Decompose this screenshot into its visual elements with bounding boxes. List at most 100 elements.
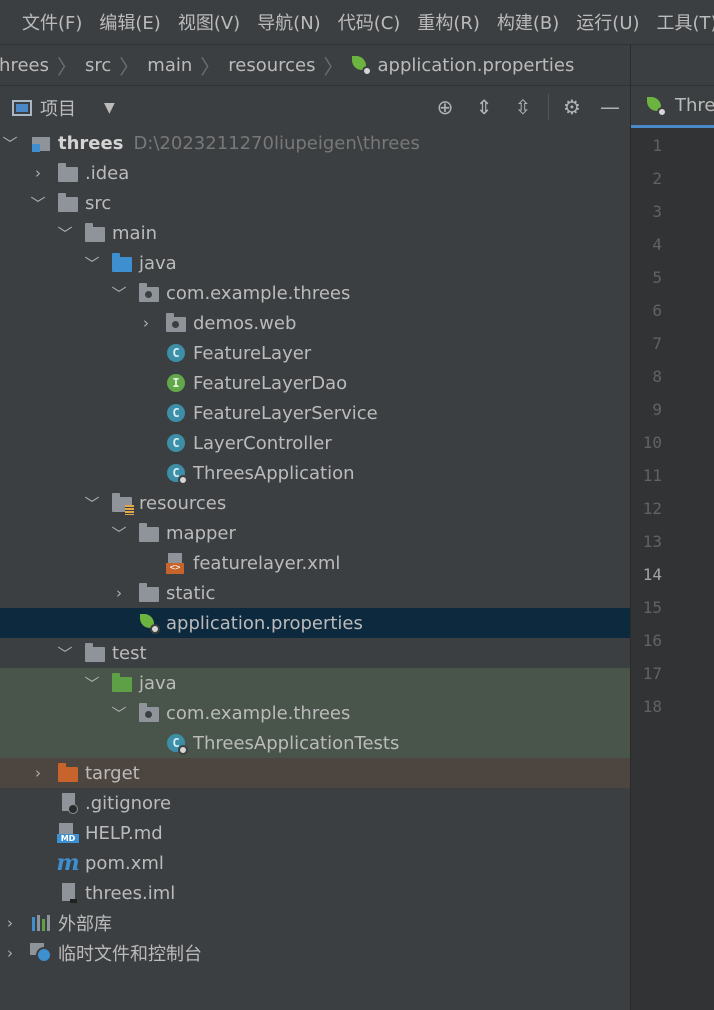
tree-item-help-md[interactable]: MD HELP.md — [0, 818, 630, 848]
tree-label: target — [85, 762, 140, 784]
tree-item-featurelayerdao[interactable]: I FeatureLayerDao — [0, 368, 630, 398]
editor-tab[interactable]: ThreesApplication — [631, 86, 714, 128]
tree-item-test[interactable]: ﹀ test — [0, 638, 630, 668]
tree-item-demos-web[interactable]: › demos.web — [0, 308, 630, 338]
chevron-down-icon[interactable]: ﹀ — [57, 225, 73, 243]
breadcrumb-resources[interactable]: resources — [228, 55, 315, 76]
chevron-down-icon[interactable]: ﹀ — [111, 285, 127, 303]
class-icon: C — [165, 403, 187, 423]
tree-item-threes-iml[interactable]: threes.iml — [0, 878, 630, 908]
tree-item-featurelayer[interactable]: C FeatureLayer — [0, 338, 630, 368]
line-number-gutter: 1 2 3 4 5 6 7 8 9 10 11 12 13 14 15 16 17 18 — [631, 128, 714, 1010]
breadcrumb-application-properties-label: application.properties — [377, 54, 575, 76]
tree-item-mapper[interactable]: ﹀ mapper — [0, 518, 630, 548]
tree-label: threes D:\2023211270liupeigen\threes — [58, 132, 420, 154]
tree-item-main[interactable]: ﹀ main — [0, 218, 630, 248]
tree-item-scratches[interactable]: › 临时文件和控制台 — [0, 938, 630, 968]
module-folder-icon — [30, 133, 52, 153]
tree-item-resources[interactable]: ﹀ resources — [0, 488, 630, 518]
menu-bar: 文件(F) 编辑(E) 视图(V) 导航(N) 代码(C) 重构(R) 构建(B… — [0, 0, 714, 45]
toolbar-divider — [548, 94, 549, 120]
tree-label: FeatureLayerDao — [193, 372, 348, 394]
chevron-right-icon[interactable]: › — [2, 944, 18, 962]
spring-boot-class-icon: C — [165, 463, 188, 485]
tree-item-threes[interactable]: ﹀ threes D:\2023211270liupeigen\threes — [0, 128, 630, 158]
breadcrumb-application-properties[interactable]: application.properties — [351, 54, 575, 76]
library-icon — [30, 913, 52, 933]
menu-code[interactable]: 代码(C) — [338, 9, 401, 35]
menu-refactor[interactable]: 重构(R) — [417, 9, 480, 35]
chevron-right-icon[interactable]: › — [2, 914, 18, 932]
chevron-right-icon[interactable]: › — [30, 164, 46, 182]
tree-item-gitignore[interactable]: .gitignore — [0, 788, 630, 818]
chevron-down-icon[interactable]: ﹀ — [84, 495, 100, 513]
tree-item-layercontroller[interactable]: C LayerController — [0, 428, 630, 458]
chevron-down-icon[interactable]: ﹀ — [84, 675, 100, 693]
chevron-down-icon[interactable]: ﹀ — [2, 135, 18, 153]
project-window-icon — [12, 100, 32, 116]
chevron-down-icon[interactable]: ﹀ — [57, 645, 73, 663]
locate-file-icon[interactable]: ⊕ — [433, 95, 457, 119]
chevron-down-icon[interactable]: ﹀ — [84, 255, 100, 273]
editor-tab-label: ThreesApplication — [675, 95, 714, 116]
menu-build[interactable]: 构建(B) — [497, 9, 559, 35]
chevron-right-icon[interactable]: › — [111, 584, 127, 602]
line-number: 14 — [642, 565, 662, 584]
tree-item-threesapplicationtests[interactable]: C ThreesApplicationTests — [0, 728, 630, 758]
tree-item-external-libraries[interactable]: › 外部库 — [0, 908, 630, 938]
line-number: 9 — [652, 400, 662, 419]
tree-label: java — [139, 252, 177, 274]
tree-label: FeatureLayerService — [193, 402, 378, 424]
project-view-selector[interactable]: 项目 ▼ — [12, 95, 115, 121]
class-icon: C — [165, 343, 187, 363]
tree-item-src[interactable]: ﹀ src — [0, 188, 630, 218]
resources-folder-icon — [111, 492, 134, 515]
scratches-icon — [30, 943, 52, 963]
hide-panel-icon[interactable]: — — [598, 95, 622, 119]
chevron-down-icon[interactable]: ﹀ — [30, 195, 46, 213]
maven-icon: m — [56, 850, 80, 876]
menu-view[interactable]: 视图(V) — [178, 9, 240, 35]
tree-item-featurelayerservice[interactable]: C FeatureLayerService — [0, 398, 630, 428]
breadcrumb-src[interactable]: src — [85, 55, 111, 76]
menu-file[interactable]: 文件(F) — [22, 9, 82, 35]
tree-label: main — [112, 222, 157, 244]
chevron-right-icon[interactable]: › — [30, 764, 46, 782]
tree-label: .idea — [85, 162, 130, 184]
collapse-all-icon[interactable]: ⇳ — [511, 95, 535, 119]
line-number: 2 — [652, 169, 662, 188]
tree-item-test-package[interactable]: ﹀ com.example.threes — [0, 698, 630, 728]
markdown-file-icon: MD — [57, 823, 79, 843]
tree-item-threesapplication[interactable]: C ThreesApplication — [0, 458, 630, 488]
tree-label: HELP.md — [85, 822, 163, 844]
menu-edit[interactable]: 编辑(E) — [99, 9, 160, 35]
tree-item-application-properties[interactable]: application.properties — [0, 608, 630, 638]
tree-item-idea[interactable]: › .idea — [0, 158, 630, 188]
tree-item-java[interactable]: ﹀ java — [0, 248, 630, 278]
tree-item-static[interactable]: › static — [0, 578, 630, 608]
chevron-down-icon[interactable]: ﹀ — [111, 705, 127, 723]
expand-all-icon[interactable]: ⇕ — [472, 95, 496, 119]
spring-properties-icon — [351, 56, 372, 76]
chevron-down-icon: ▼ — [104, 100, 115, 116]
tree-item-target[interactable]: › target — [0, 758, 630, 788]
tree-label: featurelayer.xml — [193, 552, 341, 574]
module-file-icon — [57, 883, 79, 903]
package-icon — [165, 312, 187, 333]
tree-item-test-java[interactable]: ﹀ java — [0, 668, 630, 698]
tree-item-featurelayer-xml[interactable]: <> featurelayer.xml — [0, 548, 630, 578]
tree-label: mapper — [166, 522, 236, 544]
breadcrumb-main[interactable]: main — [147, 55, 192, 76]
tree-label: .gitignore — [85, 792, 172, 814]
folder-icon — [57, 192, 79, 213]
line-number: 5 — [652, 268, 662, 287]
breadcrumb-threes[interactable]: threes — [0, 55, 49, 76]
menu-navigate[interactable]: 导航(N) — [257, 9, 321, 35]
tree-item-package[interactable]: ﹀ com.example.threes — [0, 278, 630, 308]
chevron-down-icon[interactable]: ﹀ — [111, 525, 127, 543]
gear-icon[interactable]: ⚙ — [560, 95, 584, 119]
tree-item-pom[interactable]: m pom.xml — [0, 848, 630, 878]
chevron-right-icon[interactable]: › — [138, 314, 154, 332]
menu-tools[interactable]: 工具(T) — [657, 9, 714, 35]
menu-run[interactable]: 运行(U) — [576, 9, 639, 35]
